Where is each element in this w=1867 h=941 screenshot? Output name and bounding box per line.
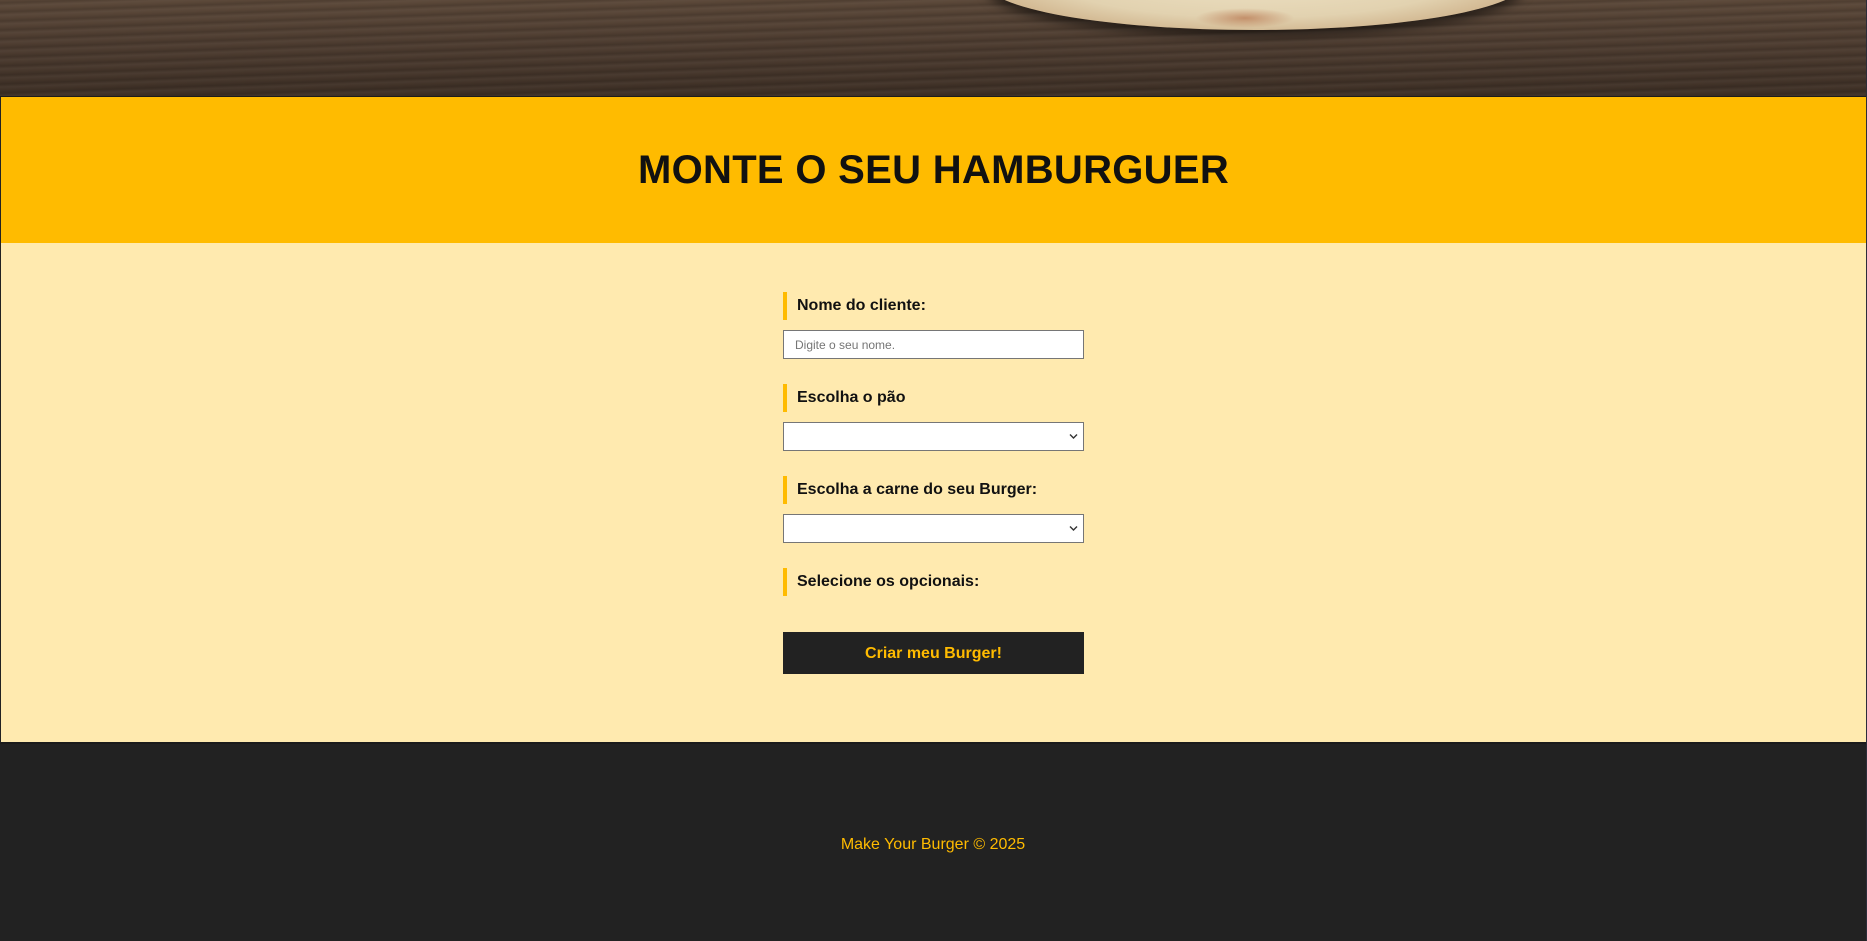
page-title: MONTE O SEU HAMBURGUER xyxy=(637,147,1230,192)
hero-banner-image xyxy=(0,0,1866,97)
meat-label: Escolha a carne do seu Burger: xyxy=(783,476,1084,504)
bun-toast-mark xyxy=(1195,8,1295,28)
create-burger-button[interactable]: Criar meu Burger! xyxy=(783,632,1084,674)
name-input[interactable] xyxy=(783,330,1084,359)
footer: Make Your Burger © 2025 xyxy=(0,744,1866,941)
footer-copyright: Make Your Burger © 2025 xyxy=(840,836,1026,853)
meat-select[interactable] xyxy=(783,514,1084,543)
name-label: Nome do cliente: xyxy=(783,292,1084,320)
bread-label: Escolha o pão xyxy=(783,384,1084,412)
bread-select[interactable] xyxy=(783,422,1084,451)
page: MONTE O SEU HAMBURGUER Nome do cliente: … xyxy=(0,0,1867,941)
chevron-down-icon xyxy=(1069,434,1078,439)
chevron-down-icon xyxy=(1069,526,1078,531)
viewport: MONTE O SEU HAMBURGUER Nome do cliente: … xyxy=(0,0,1866,941)
optionals-label: Selecione os opcionais: xyxy=(783,568,1084,596)
title-banner: MONTE O SEU HAMBURGUER xyxy=(0,97,1866,243)
form-section: Nome do cliente: Escolha o pão Escolha a… xyxy=(0,243,1866,744)
